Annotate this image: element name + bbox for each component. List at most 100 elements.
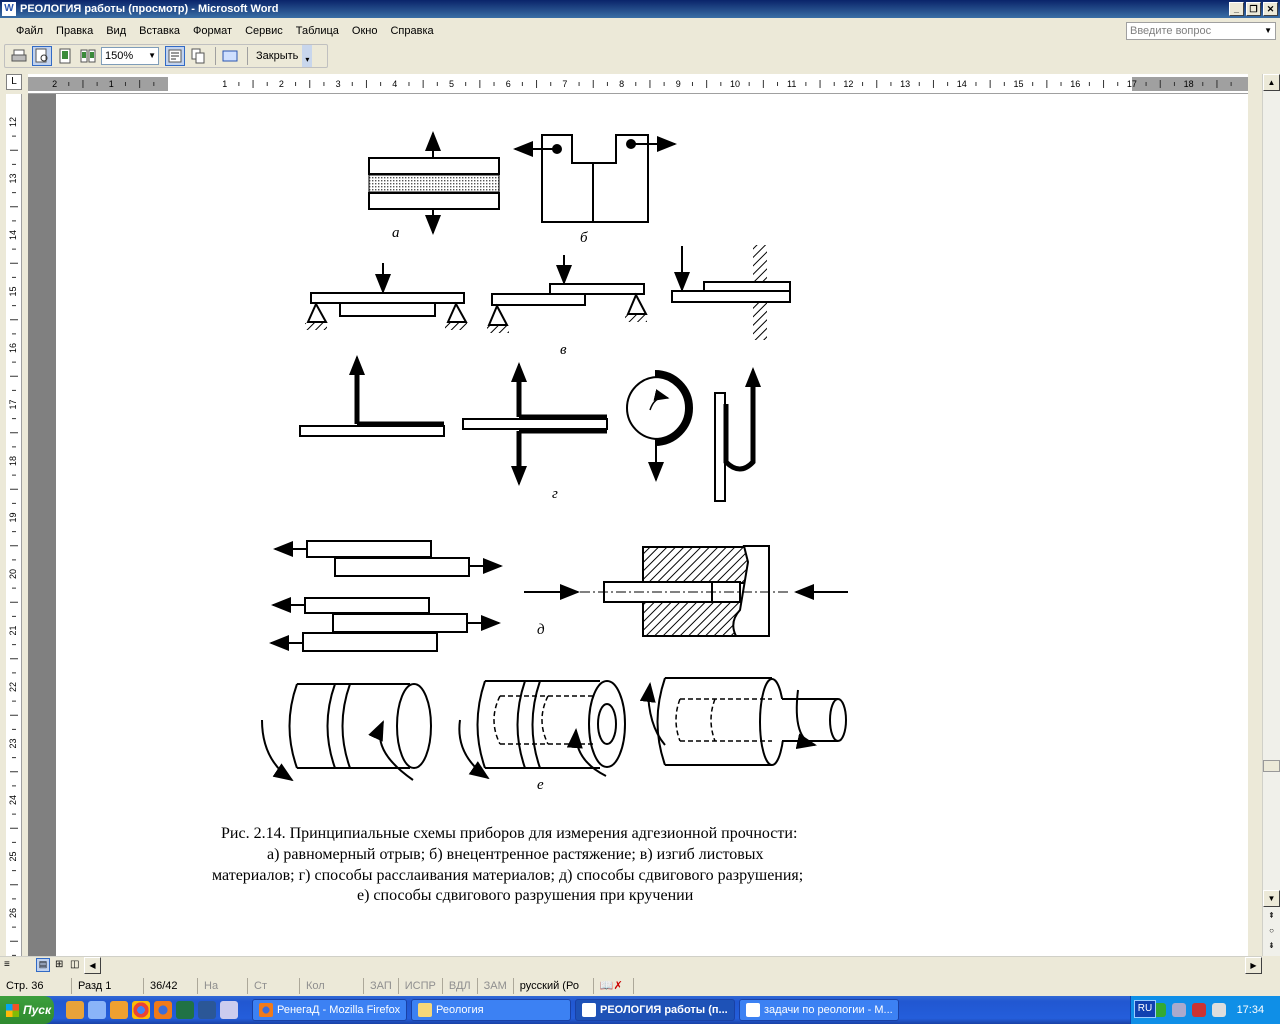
menu-file[interactable]: Файл xyxy=(16,25,43,37)
ruler-tick-label: 17 xyxy=(8,399,18,409)
toolbar-options-icon[interactable]: ▾ xyxy=(302,45,313,67)
minimize-button[interactable]: _ xyxy=(1229,2,1244,16)
vertical-scrollbar[interactable]: ▲ ▼ ⇞ ○ ⇟ xyxy=(1262,74,1280,956)
menu-tools[interactable]: Сервис xyxy=(245,25,283,37)
horizontal-scrollbar[interactable]: ≡ ▤ ⊞ ◫ ◀ ▶ xyxy=(0,956,1262,974)
magnifier-icon[interactable] xyxy=(32,46,52,66)
status-ovr[interactable]: ЗАМ xyxy=(478,978,514,994)
word-app-icon[interactable]: W xyxy=(2,2,16,16)
web-view-icon[interactable]: ⊞ xyxy=(55,959,63,970)
task-label: Реология xyxy=(436,1004,484,1016)
menu-window[interactable]: Окно xyxy=(352,25,378,37)
caption-line-1: Рис. 2.14. Принципиальные схемы приборов… xyxy=(221,825,798,842)
ruler-tick-label: 25 xyxy=(8,851,18,861)
status-ext[interactable]: ВДЛ xyxy=(443,978,478,994)
word-doc-icon xyxy=(746,1003,760,1017)
ask-question-input[interactable]: Введите вопрос ▼ xyxy=(1126,22,1276,40)
print-layout-view-icon[interactable]: ▤ xyxy=(36,958,50,972)
document-area[interactable]: а б в г д е Рис. 2.14. Принципиальные сх… xyxy=(28,94,1248,956)
ruler-tick-label: 1 xyxy=(222,79,227,89)
shrink-to-fit-icon[interactable] xyxy=(188,46,208,66)
volume-icon[interactable] xyxy=(1211,1003,1226,1017)
close-button[interactable]: ✕ xyxy=(1263,2,1278,16)
tab-selector-button[interactable]: L xyxy=(6,74,22,90)
scroll-right-icon[interactable]: ▶ xyxy=(1245,957,1262,974)
status-page: Стр. 36 xyxy=(0,978,72,994)
caption-line-2: а) равномерный отрыв; б) внецентренное р… xyxy=(267,846,764,863)
fig-label-g: г xyxy=(552,486,558,502)
tray-icon[interactable] xyxy=(1191,1003,1206,1017)
ruler-tick-label: 8 xyxy=(619,79,624,89)
status-rec[interactable]: ЗАП xyxy=(364,978,399,994)
spelling-check-icon[interactable]: 📖✗ xyxy=(594,978,634,994)
menu-insert[interactable]: Вставка xyxy=(139,25,180,37)
word-icon[interactable] xyxy=(198,1001,216,1019)
ruler-tick-label: 12 xyxy=(8,117,18,127)
chevron-down-icon: ▼ xyxy=(148,51,156,60)
task-folder[interactable]: Реология xyxy=(411,999,571,1021)
chrome-icon[interactable] xyxy=(132,1001,150,1019)
view-ruler-icon[interactable] xyxy=(165,46,185,66)
language-indicator[interactable]: RU xyxy=(1134,1000,1156,1018)
ruler-tick-label: 9 xyxy=(676,79,681,89)
adhesive-layer xyxy=(368,174,500,193)
one-page-icon[interactable] xyxy=(55,46,75,66)
horizontal-ruler[interactable]: 2 1 1 2 3 4 5 6 7 8 9 10 11 12 13 14 15 16 17 18 xyxy=(28,74,1248,94)
task-word[interactable]: задачи по реологии - М... xyxy=(739,999,899,1021)
task-label: задачи по реологии - М... xyxy=(764,1004,893,1016)
status-language[interactable]: русский (Ро xyxy=(514,978,594,994)
full-screen-icon[interactable] xyxy=(220,46,240,66)
ruler-tick-label: 22 xyxy=(8,682,18,692)
reading-view-icon[interactable]: ◫ xyxy=(70,959,79,970)
restore-button[interactable]: ❐ xyxy=(1246,2,1261,16)
scroll-up-icon[interactable]: ▲ xyxy=(1263,74,1280,91)
media-player-icon[interactable] xyxy=(66,1001,84,1019)
menu-edit[interactable]: Правка xyxy=(56,25,93,37)
fig-label-e: е xyxy=(537,777,544,793)
window-title: РЕОЛОГИЯ работы (просмотр) - Microsoft W… xyxy=(20,3,279,15)
print-icon[interactable] xyxy=(9,46,29,66)
multiple-pages-icon[interactable] xyxy=(78,46,98,66)
start-button[interactable]: Пуск xyxy=(0,996,54,1024)
scroll-down-icon[interactable]: ▼ xyxy=(1263,890,1280,907)
quick-launch-icon[interactable] xyxy=(220,1001,238,1019)
ruler-tick-label: 2 xyxy=(279,79,284,89)
task-label: РенегаД - Mozilla Firefox xyxy=(277,1004,401,1016)
vertical-ruler[interactable]: 12 13 14 15 16 17 18 19 20 21 22 23 24 25 26 xyxy=(6,94,22,956)
zoom-dropdown[interactable]: 150% ▼ xyxy=(101,47,159,65)
firefox-icon[interactable] xyxy=(154,1001,172,1019)
next-page-icon[interactable]: ⇟ xyxy=(1263,938,1280,955)
scroll-thumb[interactable] xyxy=(1263,760,1280,772)
ruler-tick-label: 14 xyxy=(8,230,18,240)
task-word-active[interactable]: РЕОЛОГИЯ работы (п... xyxy=(575,999,735,1021)
caption-line-3: материалов; г) способы расслаивания мате… xyxy=(212,867,804,884)
menu-view[interactable]: Вид xyxy=(106,25,126,37)
zoom-value: 150% xyxy=(105,50,134,62)
ruler-tick-label: 3 xyxy=(336,79,341,89)
status-page-count: 36/42 xyxy=(144,978,198,994)
scroll-left-icon[interactable]: ◀ xyxy=(84,957,101,974)
clock[interactable]: 17:34 xyxy=(1237,1004,1265,1016)
close-preview-button[interactable]: Закрыть xyxy=(252,50,302,62)
caption-line-4: е) способы сдвигового разрушения при кру… xyxy=(357,887,694,904)
network-icon[interactable] xyxy=(1171,1003,1186,1017)
plate-top xyxy=(368,157,500,175)
ruler-tick-label: 15 xyxy=(1013,79,1023,89)
quick-launch-icon[interactable] xyxy=(110,1001,128,1019)
ruler-tick-label: 2 xyxy=(52,79,57,89)
normal-view-icon[interactable]: ≡ xyxy=(4,959,10,970)
ruler-tick-label: 20 xyxy=(8,569,18,579)
excel-icon[interactable] xyxy=(176,1001,194,1019)
print-preview-toolbar: 150% ▼ Закрыть ▾ xyxy=(4,44,328,68)
status-trk[interactable]: ИСПР xyxy=(399,978,443,994)
task-firefox[interactable]: РенегаД - Mozilla Firefox xyxy=(252,999,407,1021)
menu-table[interactable]: Таблица xyxy=(296,25,339,37)
menu-help[interactable]: Справка xyxy=(390,25,433,37)
ruler-tick-label: 10 xyxy=(730,79,740,89)
ruler-tick-label: 14 xyxy=(957,79,967,89)
show-desktop-icon[interactable] xyxy=(88,1001,106,1019)
menu-format[interactable]: Формат xyxy=(193,25,232,37)
ruler-tick-label: 26 xyxy=(8,908,18,918)
ruler-tick-label: 17 xyxy=(1127,79,1137,89)
title-bar: W РЕОЛОГИЯ работы (просмотр) - Microsoft… xyxy=(0,0,1280,18)
